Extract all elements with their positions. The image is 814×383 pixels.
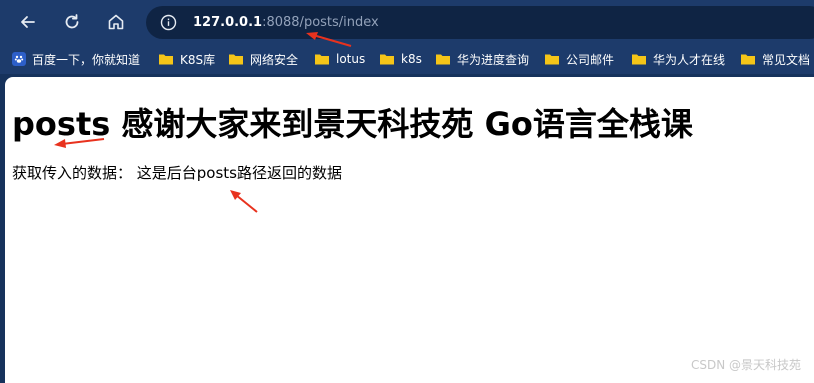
bookmark-folder-common-docs[interactable]: 常见文档 [740, 50, 810, 68]
browser-toolbar: 127.0.0.1:8088/posts/index [0, 0, 814, 44]
folder-icon [159, 54, 173, 65]
address-bar[interactable]: 127.0.0.1:8088/posts/index [146, 6, 814, 39]
bookmark-folder-k8s[interactable]: k8s [379, 50, 422, 68]
home-icon [108, 14, 124, 30]
back-arrow-icon [21, 16, 35, 28]
folder-icon [741, 54, 755, 65]
bookmark-folder-company-mail[interactable]: 公司邮件 [544, 50, 614, 68]
bookmark-label: 华为进度查询 [457, 52, 530, 67]
folder-icon [632, 54, 646, 65]
page-heading: posts 感谢大家来到景天科技苑 Go语言全栈课 [12, 105, 693, 143]
folder-icon [380, 54, 394, 65]
reload-icon [65, 14, 79, 29]
folder-icon [436, 54, 450, 65]
back-button[interactable] [13, 8, 43, 36]
bookmark-label: 公司邮件 [566, 52, 615, 67]
bookmark-folder-huawei-progress[interactable]: 华为进度查询 [435, 50, 529, 68]
bookmark-baidu[interactable]: 百度一下，你就知道 [12, 50, 140, 68]
home-button[interactable] [101, 8, 131, 36]
bookmark-folder-k8s-lib[interactable]: K8S库 [158, 50, 215, 68]
watermark: CSDN @景天科技苑 [690, 358, 801, 372]
bookmark-label: lotus [336, 52, 366, 66]
bookmark-label: 网络安全 [250, 52, 299, 67]
url-path: :8088/posts/index [262, 15, 379, 30]
bookmark-label: K8S库 [180, 52, 216, 67]
bookmark-folder-lotus[interactable]: lotus [314, 50, 365, 68]
url-host: 127.0.0.1 [193, 15, 263, 30]
returned-data-text: 获取传入的数据： 这是后台posts路径返回的数据 [12, 164, 342, 182]
reload-button[interactable] [57, 8, 87, 36]
bookmark-folder-network-security[interactable]: 网络安全 [228, 50, 298, 68]
bookmark-label: 华为人才在线 [653, 52, 726, 67]
bookmark-folder-huawei-talent[interactable]: 华为人才在线 [631, 50, 725, 68]
folder-icon [545, 54, 559, 65]
folder-icon [229, 54, 243, 65]
url-text[interactable]: 127.0.0.1:8088/posts/index [193, 13, 379, 32]
folder-icon [315, 54, 329, 65]
bookmark-label: 百度一下，你就知道 [32, 52, 141, 67]
site-info-icon[interactable] [160, 14, 177, 31]
bookmark-label: k8s [401, 52, 422, 66]
page-content: posts 感谢大家来到景天科技苑 Go语言全栈课 获取传入的数据： 这是后台p… [5, 77, 814, 383]
baidu-icon [12, 52, 26, 66]
bookmark-label: 常见文档 [762, 52, 811, 67]
bookmarks-bar: 百度一下，你就知道 K8S库 网络安全 lotus k8s 华为进度查询 公司邮… [0, 44, 814, 74]
